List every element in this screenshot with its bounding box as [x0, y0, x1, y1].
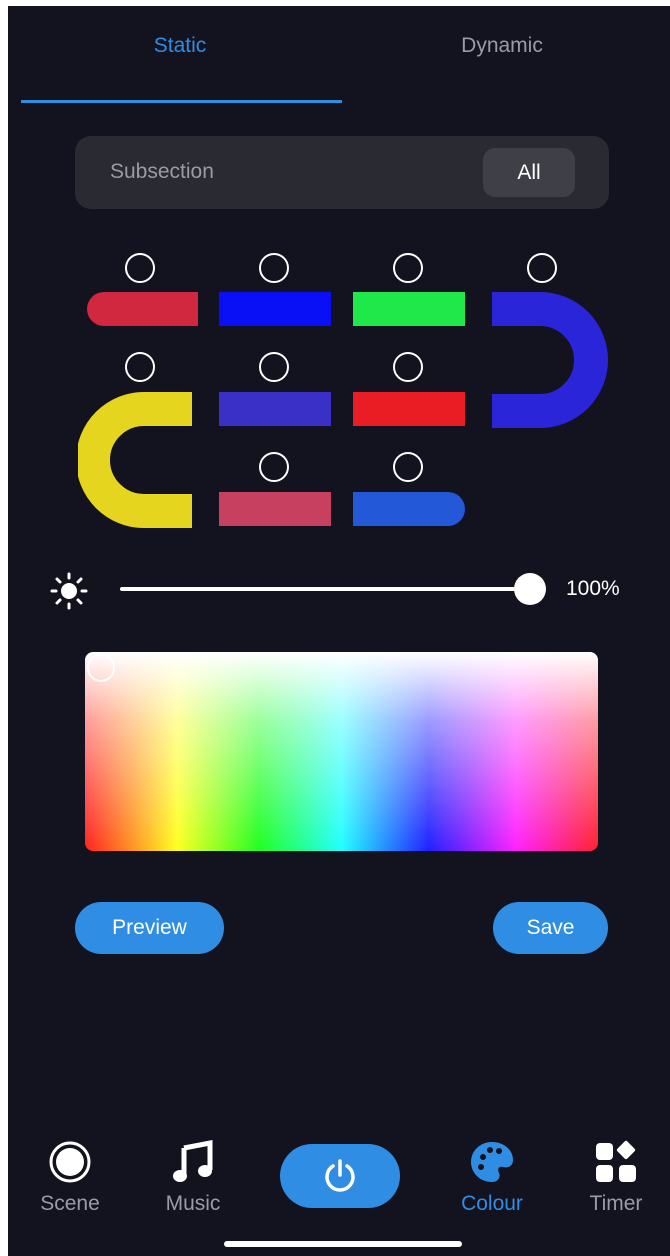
save-button[interactable]: Save — [493, 902, 608, 954]
segment-select-2[interactable] — [259, 253, 289, 283]
brightness-value: 100% — [566, 577, 620, 600]
segment-8[interactable] — [219, 492, 331, 526]
active-tab-indicator — [21, 100, 342, 103]
segment-select-5[interactable] — [125, 352, 155, 382]
sun-icon — [50, 572, 88, 610]
segment-select-7[interactable] — [393, 352, 423, 382]
power-icon — [325, 1159, 355, 1192]
nav-scene[interactable]: Scene — [25, 1138, 115, 1216]
nav-timer[interactable]: Timer — [571, 1138, 661, 1216]
scene-icon — [49, 1141, 91, 1183]
timer-grid-icon — [596, 1140, 636, 1182]
colour-picker[interactable] — [85, 652, 598, 851]
nav-colour-label: Colour — [461, 1192, 523, 1215]
home-indicator — [224, 1241, 462, 1247]
subsection-label: Subsection — [110, 160, 214, 183]
segment-select-4[interactable] — [527, 253, 557, 283]
segment-5[interactable] — [78, 392, 194, 528]
palette-icon — [471, 1142, 513, 1182]
segment-1[interactable] — [87, 292, 198, 326]
segment-9[interactable] — [353, 492, 465, 526]
segment-select-3[interactable] — [393, 253, 423, 283]
music-note-icon — [173, 1140, 213, 1182]
brightness-slider-track[interactable] — [120, 587, 530, 591]
nav-timer-label: Timer — [589, 1192, 643, 1215]
tab-static[interactable]: Static — [80, 34, 280, 58]
segment-select-1[interactable] — [125, 253, 155, 283]
power-button[interactable] — [280, 1144, 400, 1208]
nav-music[interactable]: Music — [148, 1138, 238, 1216]
segment-3[interactable] — [353, 292, 465, 326]
all-button[interactable]: All — [483, 148, 575, 197]
segment-7[interactable] — [353, 392, 465, 426]
tab-dynamic[interactable]: Dynamic — [402, 34, 602, 58]
segment-select-6[interactable] — [259, 352, 289, 382]
segment-select-9[interactable] — [393, 452, 423, 482]
segment-6[interactable] — [219, 392, 331, 426]
subsection-bar: Subsection All — [75, 136, 609, 209]
picker-handle[interactable] — [87, 654, 115, 682]
brightness-slider-thumb[interactable] — [514, 573, 546, 605]
nav-colour[interactable]: Colour — [447, 1138, 537, 1216]
segment-4[interactable] — [492, 292, 608, 428]
nav-music-label: Music — [165, 1192, 221, 1215]
preview-button[interactable]: Preview — [75, 902, 224, 954]
segment-select-8[interactable] — [259, 452, 289, 482]
segment-2[interactable] — [219, 292, 331, 326]
app-screen: Static Dynamic Subsection All 100% Previ… — [8, 6, 670, 1256]
nav-scene-label: Scene — [40, 1192, 100, 1215]
